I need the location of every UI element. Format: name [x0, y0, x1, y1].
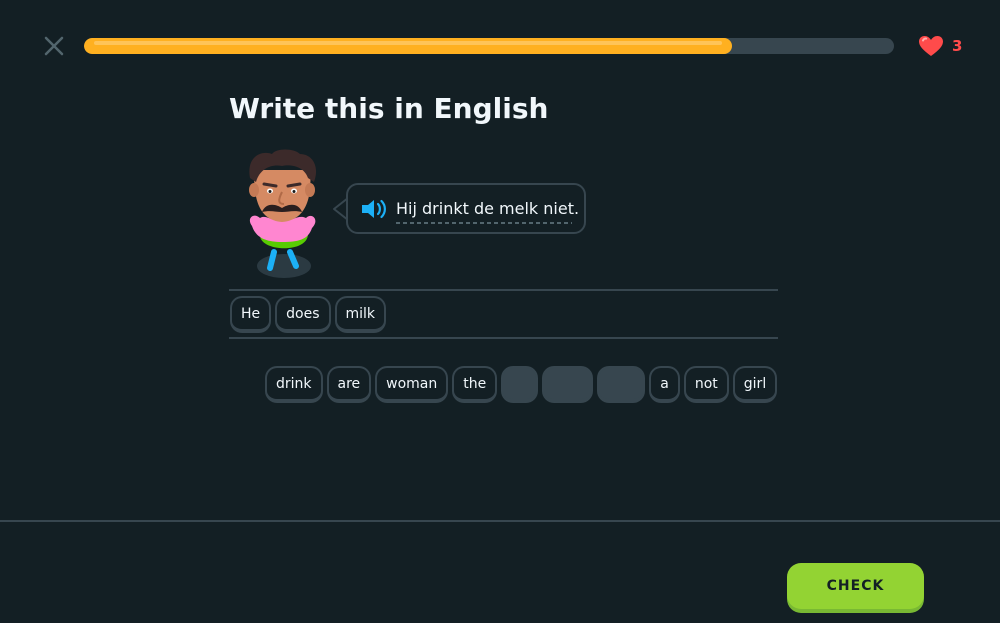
hearts-count: 3	[952, 37, 963, 55]
footer-divider	[0, 520, 1000, 522]
word-bank: drink are woman the a not girl	[265, 366, 778, 403]
answer-line-top	[229, 289, 778, 291]
answer-line-bottom	[229, 337, 778, 339]
answer-tile[interactable]: does	[275, 296, 331, 333]
word-bank-tile[interactable]: are	[326, 366, 372, 403]
word-bank-tile[interactable]: not	[683, 366, 729, 403]
answer-area: He does milk	[230, 296, 387, 333]
close-icon	[44, 36, 64, 56]
progress-bar	[84, 38, 894, 54]
word-bank-tile[interactable]: the	[452, 366, 498, 403]
word-bank-tile[interactable]: girl	[732, 366, 778, 403]
progress-bar-fill	[84, 38, 732, 54]
answer-tile[interactable]: milk	[334, 296, 387, 333]
heart-icon	[919, 36, 943, 56]
answer-tile[interactable]: He	[230, 296, 272, 333]
close-button[interactable]	[43, 35, 65, 57]
prompt-underline	[396, 222, 572, 224]
challenge-title: Write this in English	[229, 92, 549, 125]
word-bank-tile[interactable]: a	[649, 366, 680, 403]
word-bank-empty-slot	[542, 366, 594, 403]
word-bank-empty-slot	[501, 366, 539, 403]
play-audio-button[interactable]	[360, 198, 388, 220]
word-bank-tile[interactable]: woman	[375, 366, 449, 403]
speech-bubble: Hij drinkt de melk niet.	[346, 183, 586, 234]
speaker-icon	[362, 199, 386, 219]
word-bank-tile[interactable]: drink	[265, 366, 323, 403]
character-illustration	[238, 148, 328, 283]
check-button[interactable]: CHECK	[787, 563, 924, 609]
hearts-counter[interactable]: 3	[918, 33, 962, 59]
prompt-sentence[interactable]: Hij drinkt de melk niet.	[396, 199, 579, 218]
word-bank-empty-slot	[597, 366, 646, 403]
mustache-man-character	[249, 149, 317, 278]
